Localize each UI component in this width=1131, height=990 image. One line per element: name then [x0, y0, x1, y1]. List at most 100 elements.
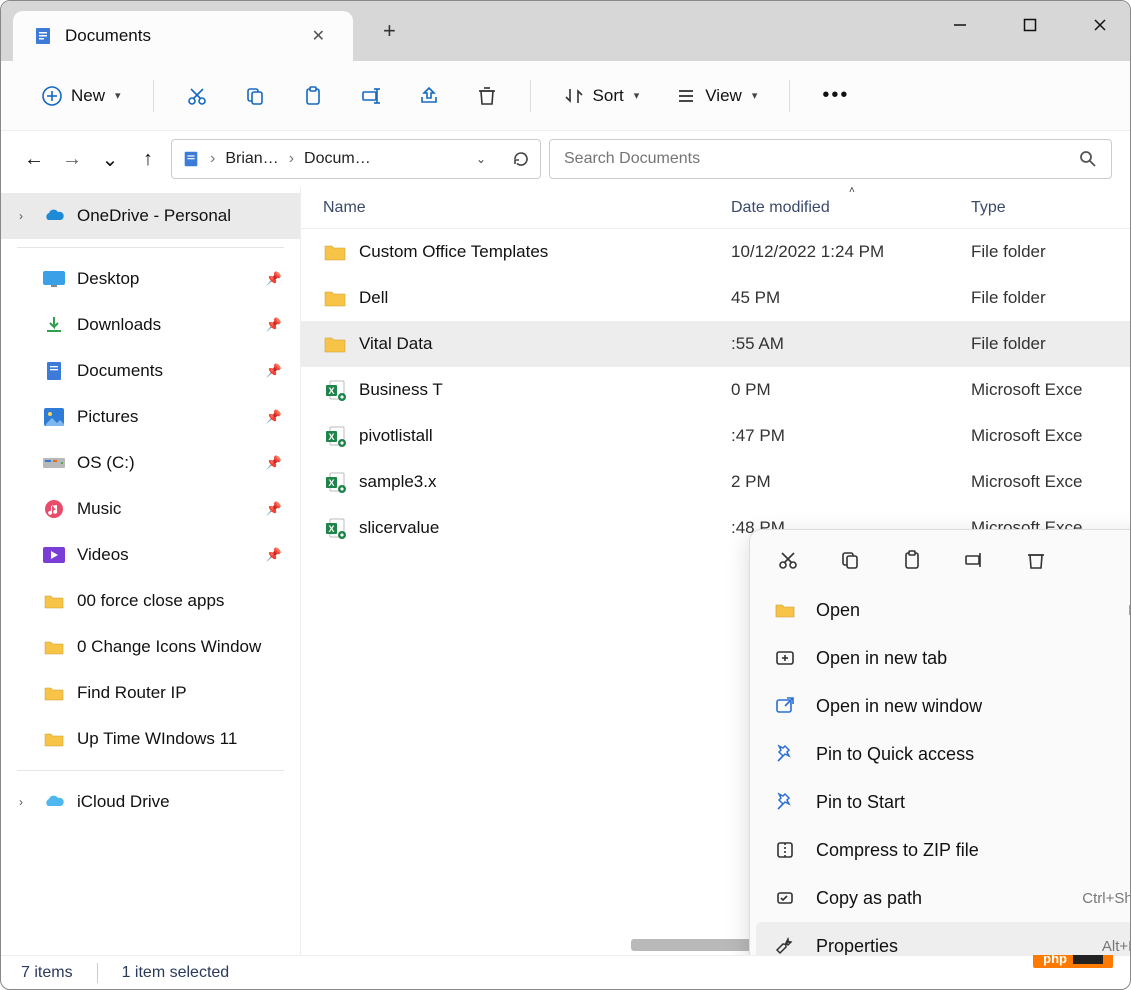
- pictures-icon: [43, 406, 65, 428]
- new-button[interactable]: New ▾: [31, 79, 131, 113]
- sidebar-item[interactable]: Downloads📌: [1, 302, 300, 348]
- separator: [97, 963, 98, 983]
- file-name: pivotlistall: [359, 426, 433, 446]
- ctx-open[interactable]: Open Enter: [750, 586, 1130, 634]
- separator: [530, 80, 531, 112]
- up-button[interactable]: ↑: [133, 144, 163, 174]
- separator: [153, 80, 154, 112]
- address-bar[interactable]: › Brian… › Docum… ⌄: [171, 139, 541, 179]
- table-row[interactable]: Xsample3.x2 PMMicrosoft Exce: [301, 459, 1130, 505]
- column-date[interactable]: Date modified: [731, 199, 971, 217]
- ctx-pin-quick-access[interactable]: Pin to Quick access: [750, 730, 1130, 778]
- column-name[interactable]: Name: [301, 199, 731, 217]
- table-row[interactable]: Vital Data:55 AMFile folder: [301, 321, 1130, 367]
- recent-dropdown[interactable]: ⌄: [95, 144, 125, 174]
- ctx-label: Open in new tab: [816, 648, 1130, 669]
- file-date: :47 PM: [731, 426, 971, 446]
- ctx-compress-zip[interactable]: Compress to ZIP file: [750, 826, 1130, 874]
- ctx-open-new-window[interactable]: Open in new window: [750, 682, 1130, 730]
- ctx-pin-start[interactable]: Pin to Start: [750, 778, 1130, 826]
- tab-documents[interactable]: Documents ✕: [13, 11, 353, 61]
- document-icon: [33, 26, 53, 46]
- ctx-label: Open: [816, 600, 1110, 621]
- ctx-properties[interactable]: Properties Alt+Enter: [756, 922, 1130, 955]
- table-row[interactable]: XBusiness T0 PMMicrosoft Exce: [301, 367, 1130, 413]
- ctx-copy-path[interactable]: Copy as path Ctrl+Shift+C: [750, 874, 1130, 922]
- sidebar-item-label: Documents: [77, 361, 254, 381]
- sidebar-item[interactable]: Find Router IP: [1, 670, 300, 716]
- rename-icon: [360, 85, 382, 107]
- drive-icon: [43, 452, 65, 474]
- paste-button[interactable]: [898, 546, 926, 574]
- breadcrumb-documents[interactable]: Docum…: [304, 150, 371, 168]
- file-date: :55 AM: [731, 334, 971, 354]
- breadcrumb-user[interactable]: Brian…: [225, 150, 278, 168]
- ctx-label: Open in new window: [816, 696, 1130, 717]
- paste-button[interactable]: [292, 79, 334, 113]
- sidebar-item[interactable]: 0 Change Icons Window: [1, 624, 300, 670]
- view-button[interactable]: View ▾: [665, 79, 767, 113]
- sidebar-label: iCloud Drive: [77, 792, 282, 812]
- sidebar-item[interactable]: Music📌: [1, 486, 300, 532]
- search-icon: [1079, 150, 1097, 168]
- sidebar-item[interactable]: Videos📌: [1, 532, 300, 578]
- more-button[interactable]: •••: [812, 78, 859, 113]
- close-window-button[interactable]: [1080, 9, 1120, 41]
- cut-button[interactable]: [774, 546, 802, 574]
- table-row[interactable]: Custom Office Templates10/12/2022 1:24 P…: [301, 229, 1130, 275]
- search-input[interactable]: [564, 150, 1079, 168]
- folder-open-icon: [772, 597, 798, 623]
- address-dropdown[interactable]: ⌄: [476, 152, 486, 166]
- tab-close-button[interactable]: ✕: [304, 22, 333, 50]
- table-row[interactable]: Dell45 PMFile folder: [301, 275, 1130, 321]
- column-type[interactable]: Type: [971, 199, 1130, 217]
- search-box[interactable]: [549, 139, 1112, 179]
- sidebar-item-label: 00 force close apps: [77, 591, 282, 611]
- share-button[interactable]: [408, 79, 450, 113]
- rename-button[interactable]: [960, 546, 988, 574]
- sidebar-item[interactable]: OS (C:)📌: [1, 440, 300, 486]
- ctx-accelerator: Alt+Enter: [1102, 938, 1130, 955]
- copy-button[interactable]: [234, 79, 276, 113]
- sidebar-item[interactable]: 00 force close apps: [1, 578, 300, 624]
- table-row[interactable]: Xpivotlistall :47 PMMicrosoft Exce: [301, 413, 1130, 459]
- file-date: 0 PM: [731, 380, 971, 400]
- ctx-open-new-tab[interactable]: Open in new tab: [750, 634, 1130, 682]
- rename-button[interactable]: [350, 79, 392, 113]
- sort-button[interactable]: Sort ▾: [553, 79, 650, 113]
- pin-icon: 📌: [266, 271, 282, 287]
- chevron-down-icon: ▾: [634, 89, 640, 102]
- cut-button[interactable]: [176, 79, 218, 113]
- sort-icon: [563, 85, 585, 107]
- sidebar-icloud[interactable]: › iCloud Drive: [1, 779, 300, 825]
- sort-label: Sort: [593, 86, 624, 106]
- sidebar-item[interactable]: Pictures📌: [1, 394, 300, 440]
- refresh-button[interactable]: [512, 150, 530, 168]
- separator: [789, 80, 790, 112]
- minimize-button[interactable]: [940, 9, 980, 41]
- sidebar-onedrive[interactable]: › OneDrive - Personal: [1, 193, 300, 239]
- sidebar-label: OneDrive - Personal: [77, 206, 282, 226]
- sidebar-item[interactable]: Desktop📌: [1, 256, 300, 302]
- pin-icon: [772, 789, 798, 815]
- pin-icon: 📌: [266, 409, 282, 425]
- excel-icon: X: [323, 472, 347, 492]
- status-bar: 7 items 1 item selected: [1, 955, 1130, 989]
- copy-button[interactable]: [836, 546, 864, 574]
- forward-button[interactable]: →: [57, 144, 87, 174]
- status-selected-count: 1 item selected: [122, 964, 230, 982]
- sidebar-item[interactable]: Up Time WIndows 11: [1, 716, 300, 762]
- new-tab-button[interactable]: +: [383, 18, 396, 44]
- folder-icon: [43, 682, 65, 704]
- new-window-icon: [772, 693, 798, 719]
- back-button[interactable]: ←: [19, 144, 49, 174]
- excel-icon: X: [323, 426, 347, 446]
- separator: [17, 247, 284, 248]
- delete-button[interactable]: [466, 79, 508, 113]
- sidebar-item[interactable]: Documents📌: [1, 348, 300, 394]
- file-type: Microsoft Exce: [971, 426, 1130, 446]
- sidebar-item-label: Videos: [77, 545, 254, 565]
- plus-circle-icon: [41, 85, 63, 107]
- maximize-button[interactable]: [1010, 9, 1050, 41]
- delete-button[interactable]: [1022, 546, 1050, 574]
